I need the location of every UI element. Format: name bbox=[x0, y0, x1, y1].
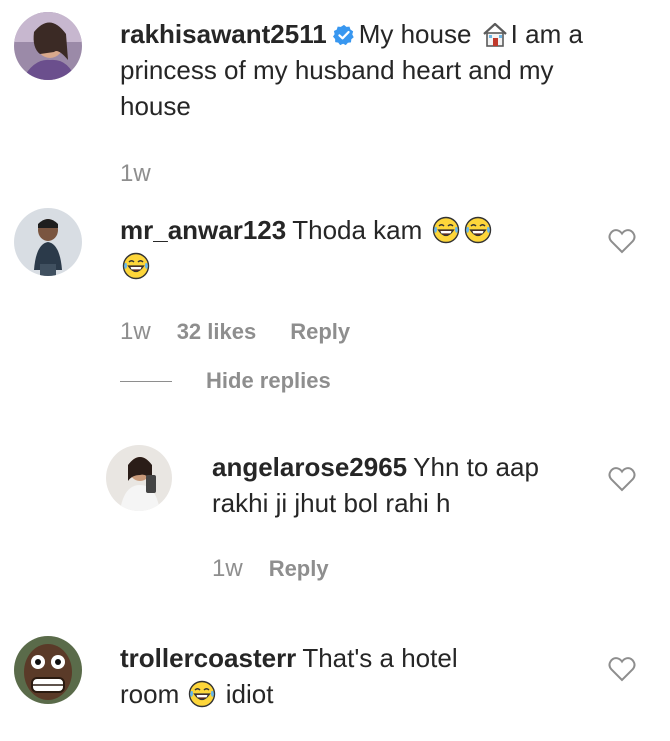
comment-text-part: idiot bbox=[225, 679, 274, 709]
tears-of-joy-emoji bbox=[464, 216, 492, 244]
username[interactable]: rakhisawant2511 bbox=[120, 19, 327, 49]
verified-badge-icon bbox=[332, 24, 355, 46]
comment-text-part: Thoda kam bbox=[292, 215, 423, 245]
comment-meta: 1w Reply bbox=[212, 555, 363, 583]
avatar[interactable] bbox=[14, 12, 82, 80]
divider bbox=[120, 380, 172, 382]
comment-text: mr_anwar123 Thoda kam bbox=[120, 212, 580, 284]
hide-replies-label: Hide replies bbox=[206, 368, 331, 393]
comment-text: rakhisawant2511 My house I am a princess … bbox=[120, 16, 620, 124]
comment-text: angelarose2965 Yhn to aap rakhi ji jhut b… bbox=[212, 449, 592, 521]
reply-button[interactable]: Reply bbox=[290, 319, 350, 344]
comment-text: trollercoasterr That's a hotel room idiot bbox=[120, 640, 520, 712]
tears-of-joy-emoji bbox=[122, 252, 150, 280]
avatar[interactable] bbox=[14, 636, 82, 704]
avatar[interactable] bbox=[14, 208, 82, 276]
like-heart-icon[interactable] bbox=[608, 228, 636, 254]
like-heart-icon[interactable] bbox=[608, 656, 636, 682]
comment-text-part: My house bbox=[358, 19, 479, 49]
tears-of-joy-emoji bbox=[188, 680, 216, 708]
reply-button[interactable]: Reply bbox=[269, 556, 329, 581]
username[interactable]: mr_anwar123 bbox=[120, 215, 286, 245]
username[interactable]: trollercoasterr bbox=[120, 643, 296, 673]
timestamp[interactable]: 1w bbox=[120, 318, 151, 345]
avatar[interactable] bbox=[106, 445, 172, 511]
timestamp[interactable]: 1w bbox=[120, 160, 151, 187]
timestamp[interactable]: 1w bbox=[212, 555, 243, 582]
hide-replies-button[interactable]: Hide replies bbox=[120, 368, 331, 394]
house-icon bbox=[481, 20, 509, 48]
like-heart-icon[interactable] bbox=[608, 466, 636, 492]
comment-meta: 1w 32 likes Reply bbox=[120, 318, 384, 346]
tears-of-joy-emoji bbox=[432, 216, 460, 244]
comment-meta: 1w bbox=[120, 160, 177, 188]
username[interactable]: angelarose2965 bbox=[212, 452, 407, 482]
likes-count[interactable]: 32 likes bbox=[177, 319, 257, 344]
